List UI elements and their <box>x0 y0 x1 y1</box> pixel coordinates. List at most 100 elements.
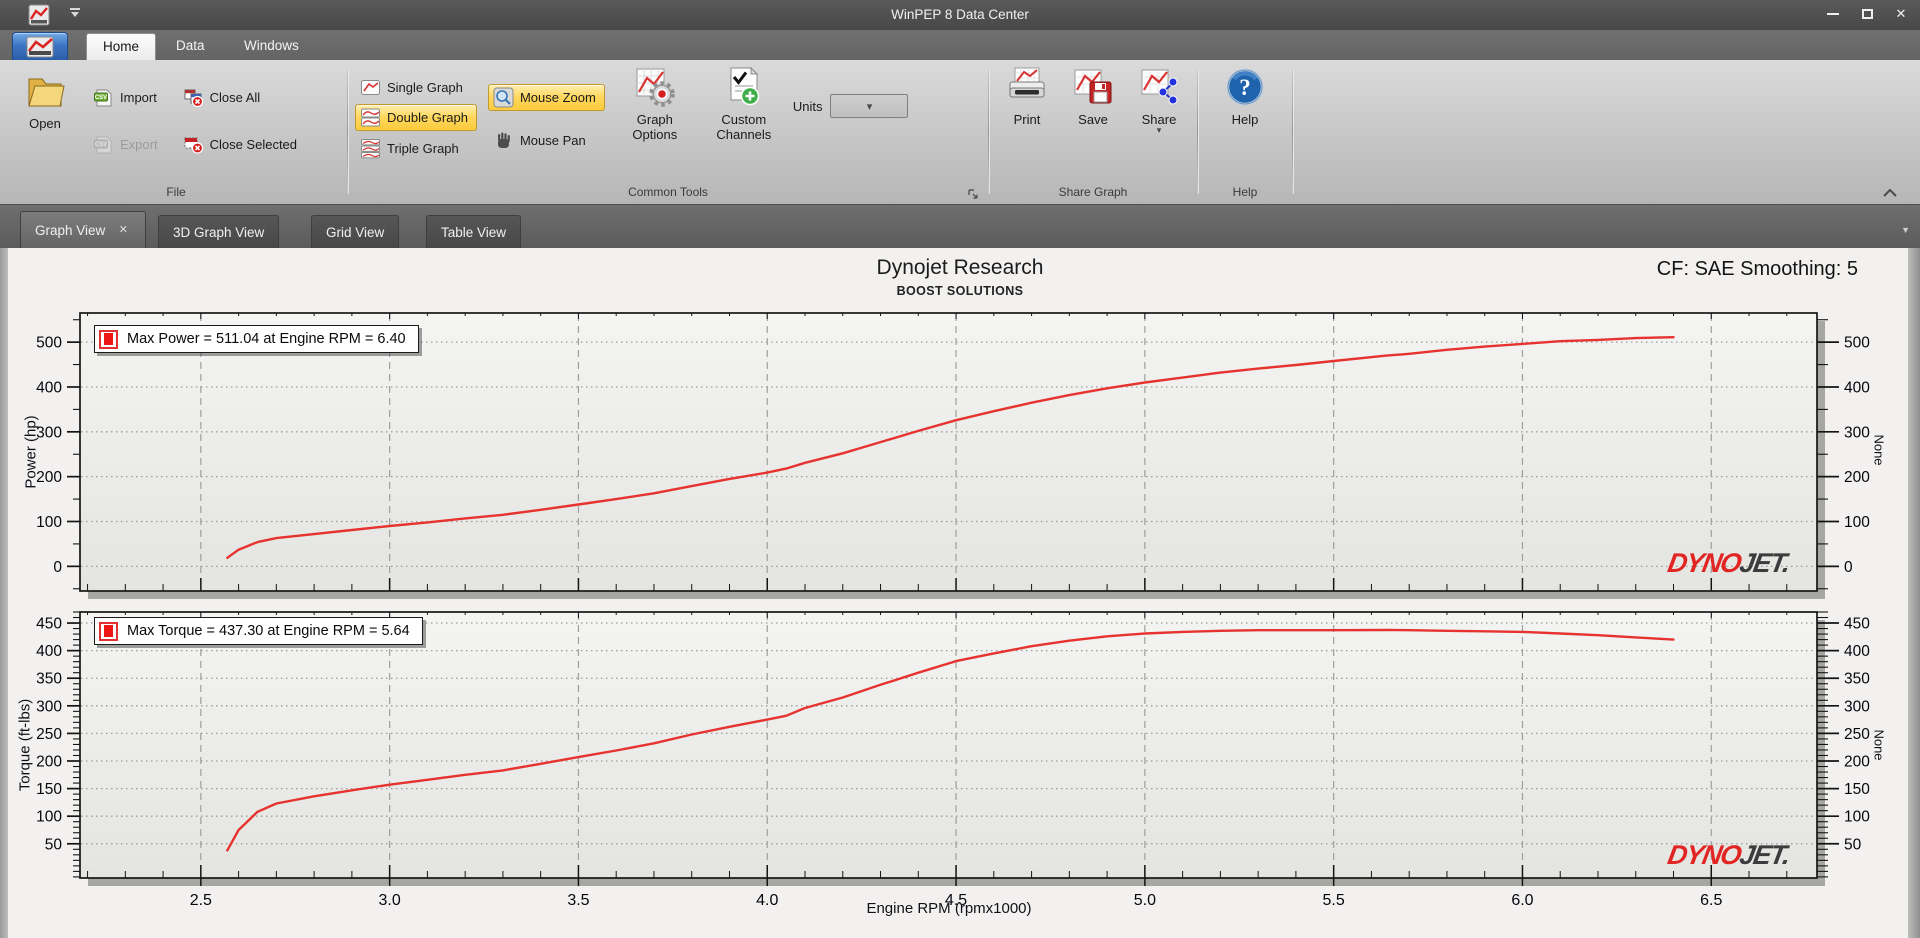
torque-legend[interactable]: Max Torque = 437.30 at Engine RPM = 5.64 <box>94 617 423 645</box>
share-icon <box>1141 69 1178 105</box>
save-floppy-icon <box>1074 69 1112 104</box>
svg-text:?: ? <box>1239 75 1251 100</box>
common-tools-dialog-launcher-icon[interactable] <box>967 188 979 200</box>
svg-text:400: 400 <box>1844 643 1870 660</box>
graph-options-button[interactable]: Graph Options <box>618 66 692 142</box>
single-graph-label: Single Graph <box>387 80 463 95</box>
tab-graph-view-label: Graph View <box>35 222 106 238</box>
hand-pan-icon <box>497 132 510 148</box>
group-divider <box>347 70 348 194</box>
ribbon: Open CSV Import CSV Export Close All Clo… <box>0 60 1920 205</box>
ribbon-group-file: Open CSV Import CSV Export Close All Clo… <box>10 62 342 204</box>
window-title: WinPEP 8 Data Center <box>891 7 1029 22</box>
svg-text:100: 100 <box>1844 809 1870 826</box>
svg-text:100: 100 <box>36 514 62 531</box>
close-all-label: Close All <box>209 90 261 105</box>
export-button[interactable]: CSV Export <box>88 131 167 158</box>
tab-3d-graph-view[interactable]: 3D Graph View <box>158 215 280 248</box>
group-divider <box>1292 70 1293 194</box>
window-edge-left <box>0 248 8 938</box>
close-all-button[interactable]: Close All <box>178 84 270 111</box>
ribbon-group-common-tools: Single Graph Double Graph Triple Graph M… <box>353 62 983 204</box>
common-tools-group-label: Common Tools <box>353 184 983 204</box>
svg-text:500: 500 <box>1844 335 1870 352</box>
double-graph-label: Double Graph <box>387 110 468 125</box>
custom-channels-button[interactable]: Custom Channels <box>707 66 781 142</box>
ribbon-group-share-graph: Print Save Share ▾ Share Graph <box>994 62 1192 204</box>
units-dropdown[interactable]: ▾ <box>830 94 909 118</box>
tab-table-view-label: Table View <box>441 224 507 240</box>
double-graph-button[interactable]: Double Graph <box>355 104 477 131</box>
graph-options-icon <box>636 68 675 107</box>
close-selected-label: Close Selected <box>209 137 298 152</box>
svg-text:200: 200 <box>36 754 62 771</box>
svg-text:400: 400 <box>1844 379 1870 396</box>
graph-view-document: Dynojet Research BOOST SOLUTIONS CF: SAE… <box>0 248 1920 938</box>
help-button[interactable]: ? Help <box>1214 66 1276 127</box>
svg-text:300: 300 <box>1844 698 1870 715</box>
ribbon-tab-windows[interactable]: Windows <box>228 33 315 60</box>
import-label: Import <box>120 90 157 105</box>
triple-graph-button[interactable]: Triple Graph <box>355 135 468 162</box>
svg-text:100: 100 <box>1844 514 1870 531</box>
tab-table-view[interactable]: Table View <box>426 215 522 248</box>
collapse-ribbon-icon[interactable] <box>1882 188 1898 198</box>
torque-legend-text: Max Torque = 437.30 at Engine RPM = 5.64 <box>127 623 410 639</box>
svg-text:200: 200 <box>36 469 62 486</box>
svg-text:0: 0 <box>1844 559 1853 576</box>
svg-text:500: 500 <box>36 335 62 352</box>
open-button[interactable]: Open <box>12 70 78 131</box>
power-legend[interactable]: Max Power = 511.04 at Engine RPM = 6.40 <box>94 325 419 353</box>
svg-text:200: 200 <box>1844 469 1870 486</box>
file-group-label: File <box>166 185 186 199</box>
minimize-button[interactable] <box>1816 0 1850 28</box>
x-axis-title: Engine RPM (rpmx1000) <box>866 900 1032 917</box>
tab-grid-view[interactable]: Grid View <box>311 215 400 248</box>
svg-text:150: 150 <box>36 781 62 798</box>
save-button[interactable]: Save <box>1062 66 1124 127</box>
close-selected-button[interactable]: Close Selected <box>178 131 306 158</box>
svg-text:300: 300 <box>36 424 62 441</box>
units-label: Units <box>792 98 823 114</box>
ribbon-tab-row: Home Data Windows <box>0 30 1920 86</box>
import-csv-icon: CSV <box>94 89 112 107</box>
triple-graph-icon <box>361 139 380 159</box>
maximize-button[interactable] <box>1850 0 1884 28</box>
export-csv-icon: CSV <box>94 136 112 154</box>
svg-text:450: 450 <box>1844 616 1870 633</box>
tab-overflow-icon[interactable]: ▼ <box>1901 225 1910 235</box>
svg-text:200: 200 <box>1844 754 1870 771</box>
print-label: Print <box>1013 112 1041 127</box>
double-graph-icon <box>361 108 380 127</box>
svg-text:150: 150 <box>1844 781 1870 798</box>
close-tab-icon[interactable]: ✕ <box>115 222 131 238</box>
application-menu-button[interactable] <box>12 32 68 62</box>
close-window-button[interactable]: ✕ <box>1884 0 1918 28</box>
print-button[interactable]: Print <box>996 66 1058 127</box>
tab-graph-view[interactable]: Graph View ✕ <box>20 211 147 248</box>
ribbon-group-help: ? Help Help <box>1203 62 1287 204</box>
torque-series-swatch <box>99 621 118 641</box>
share-button[interactable]: Share ▾ <box>1128 66 1190 135</box>
single-graph-button[interactable]: Single Graph <box>355 74 472 101</box>
open-folder-icon <box>28 78 65 107</box>
svg-text:CSV: CSV <box>95 142 107 148</box>
svg-text:250: 250 <box>1844 726 1870 743</box>
svg-text:50: 50 <box>1844 836 1862 853</box>
tab-grid-view-label: Grid View <box>326 224 385 240</box>
svg-text:450: 450 <box>36 616 62 633</box>
magnifier-icon <box>493 87 514 108</box>
help-label: Help <box>1231 112 1259 127</box>
mouse-pan-button[interactable]: Mouse Pan <box>488 127 595 154</box>
custom-channels-label: Custom Channels <box>716 112 772 142</box>
dynojet-watermark: DYNOJET. <box>1665 840 1792 870</box>
mouse-zoom-button[interactable]: Mouse Zoom <box>487 84 605 111</box>
share-graph-group-label: Share Graph <box>1058 185 1128 199</box>
ribbon-tab-data[interactable]: Data <box>160 33 221 60</box>
ribbon-tab-home[interactable]: Home <box>86 33 157 60</box>
share-dropdown-icon: ▾ <box>1156 125 1162 135</box>
import-button[interactable]: CSV Import <box>88 84 166 111</box>
svg-text:CSV: CSV <box>95 95 107 101</box>
winpep-logo-icon <box>26 36 54 58</box>
svg-text:300: 300 <box>1844 424 1870 441</box>
